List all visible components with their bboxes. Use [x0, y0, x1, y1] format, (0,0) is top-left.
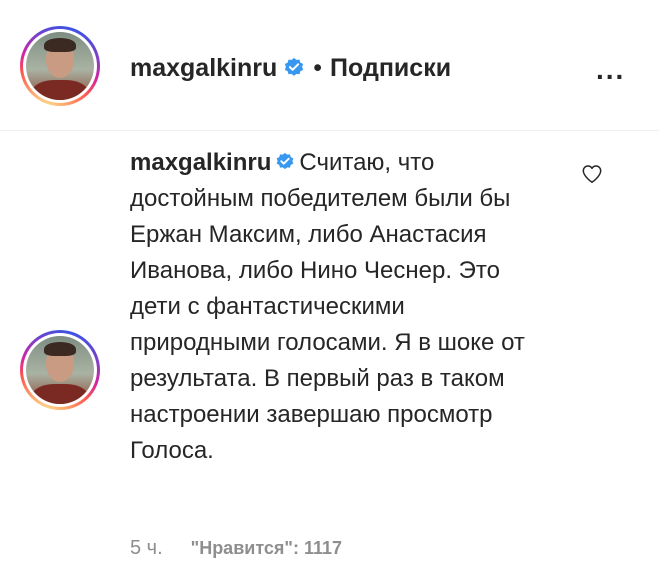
- comment-meta: 5 ч. "Нравится": 1117: [130, 537, 342, 560]
- avatar-gap: [23, 29, 97, 103]
- comment-time[interactable]: 5 ч.: [130, 537, 163, 560]
- more-options-icon: ...: [596, 54, 626, 85]
- header-username[interactable]: maxgalkinru: [130, 54, 277, 83]
- verified-badge-icon: [277, 152, 294, 170]
- comment-text: Считаю, что достойным победителем были б…: [130, 149, 525, 464]
- post-header: maxgalkinru • Подписки ...: [0, 0, 659, 131]
- avatar-hair: [44, 342, 76, 356]
- avatar-image: [26, 336, 94, 404]
- comment-username[interactable]: maxgalkinru: [130, 149, 271, 176]
- header-user-row: maxgalkinru • Подписки: [130, 52, 451, 84]
- comment-likes[interactable]: "Нравится": 1117: [191, 538, 342, 559]
- verified-badge-icon: [285, 57, 304, 76]
- avatar-hair: [44, 38, 76, 52]
- comment-body: maxgalkinru Считаю, что достойным победи…: [130, 145, 550, 469]
- following-button[interactable]: Подписки: [330, 54, 451, 83]
- comment-avatar[interactable]: [20, 330, 100, 410]
- heart-icon[interactable]: [581, 163, 603, 185]
- avatar-gap: [23, 333, 97, 407]
- header-avatar[interactable]: [20, 26, 100, 106]
- header-separator: •: [313, 53, 323, 82]
- avatar-shirt: [32, 384, 88, 404]
- more-options-button[interactable]: ...: [596, 54, 625, 86]
- avatar-image: [26, 32, 94, 100]
- avatar-shirt: [32, 80, 88, 100]
